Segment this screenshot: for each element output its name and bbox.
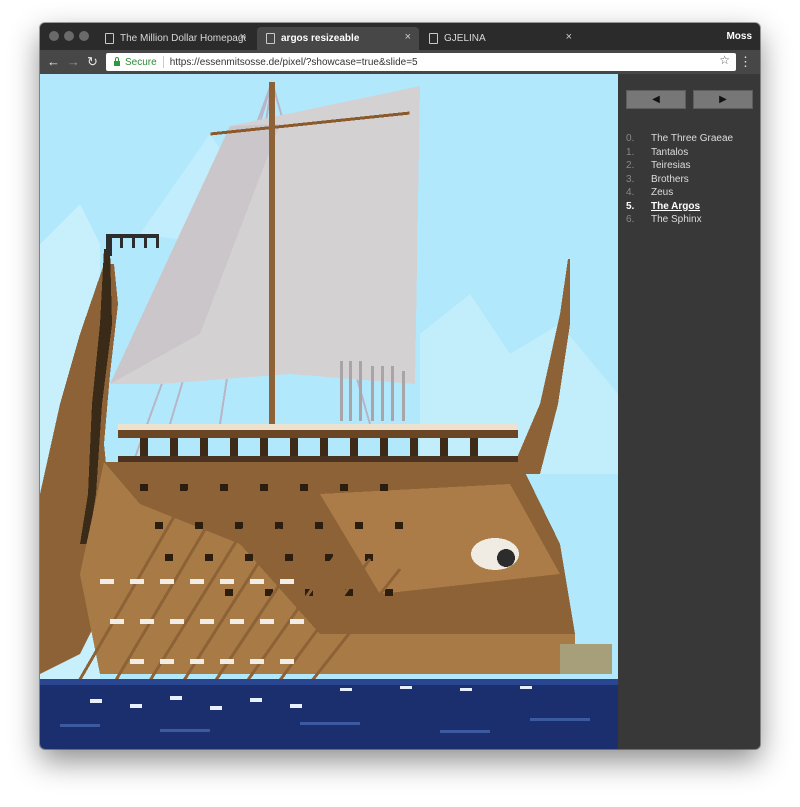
minimize-window-button[interactable] <box>64 31 74 41</box>
reload-button[interactable]: ↻ <box>87 53 98 71</box>
tab-label: The Million Dollar Homepage - O <box>120 33 246 44</box>
back-button[interactable]: ← <box>47 53 60 71</box>
slide-item[interactable]: 4. Zeus <box>626 186 733 200</box>
close-tab-icon[interactable]: × <box>240 31 246 43</box>
page-icon <box>266 33 275 44</box>
slide-item-current[interactable]: 5. The Argos <box>626 200 733 214</box>
tab-million-dollar-homepage[interactable]: The Million Dollar Homepage - O × <box>96 27 254 50</box>
argos-ship-artwork <box>40 81 618 749</box>
slide-item[interactable]: 2. Teiresias <box>626 159 733 173</box>
pixel-art-canvas <box>40 74 618 749</box>
close-window-button[interactable] <box>49 31 59 41</box>
close-tab-icon[interactable]: × <box>405 31 411 43</box>
slide-item[interactable]: 0. The Three Graeae <box>626 132 733 146</box>
tab-gjelina[interactable]: GJELINA × <box>420 27 580 50</box>
slide-item[interactable]: 1. Tantalos <box>626 146 733 160</box>
tab-label: GJELINA <box>444 33 486 44</box>
slide-item[interactable]: 6. The Sphinx <box>626 213 733 227</box>
zoom-window-button[interactable] <box>79 31 89 41</box>
tab-argos-resizeable[interactable]: argos resizeable × <box>257 27 419 50</box>
profile-name[interactable]: Moss <box>726 31 752 42</box>
browser-window: The Million Dollar Homepage - O × argos … <box>40 23 760 749</box>
slide-list: 0. The Three Graeae 1. Tantalos 2. Teiresia… <box>626 132 733 227</box>
address-bar[interactable]: Secure https://essenmitsosse.de/pixel/?s… <box>106 53 736 71</box>
previous-slide-button[interactable]: ◀ <box>626 90 686 109</box>
slide-item[interactable]: 3. Brothers <box>626 173 733 187</box>
next-slide-button[interactable]: ▶ <box>693 90 753 109</box>
tab-strip: The Million Dollar Homepage - O × argos … <box>40 23 760 50</box>
browser-menu-icon[interactable]: ⋮ <box>739 53 752 71</box>
forward-button[interactable]: → <box>67 53 80 71</box>
slide-sidebar: ◀ ▶ 0. The Three Graeae 1. Tantalos 2. Teir… <box>618 74 760 749</box>
secure-label: Secure <box>125 56 157 68</box>
tab-label: argos resizeable <box>281 33 360 44</box>
bookmark-star-icon[interactable]: ☆ <box>719 53 730 67</box>
divider <box>162 56 164 68</box>
page-icon <box>105 33 114 44</box>
lock-icon <box>114 57 120 66</box>
url-text: https://essenmitsosse.de/pixel/?showcase… <box>169 56 418 68</box>
toolbar: ← → ↻ Secure https://essenmitsosse.de/pi… <box>40 50 760 74</box>
close-tab-icon[interactable]: × <box>566 31 572 43</box>
page-icon <box>429 33 438 44</box>
